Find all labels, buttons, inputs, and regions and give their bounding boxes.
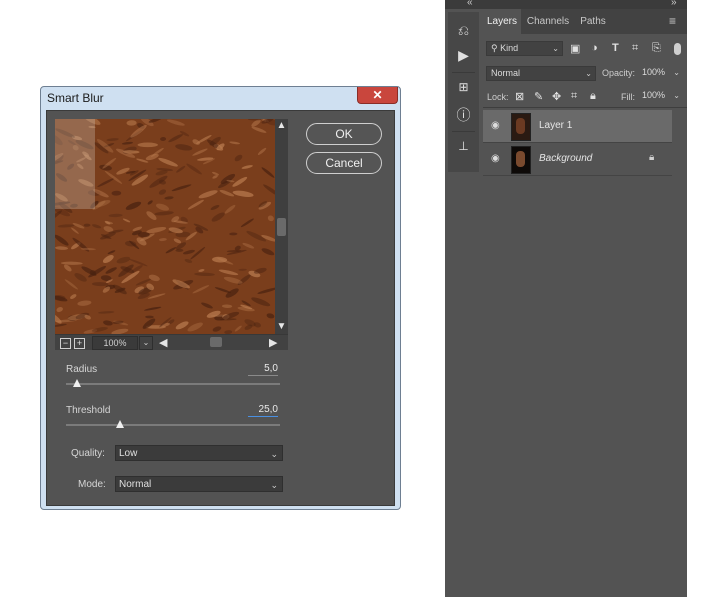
threshold-slider-track[interactable] <box>66 424 280 426</box>
panel-icon-strip: ⎌ ▶ ⊞ ⓘ ⊥ <box>448 12 479 172</box>
smart-object-filter-icon[interactable]: ⎘ <box>652 42 661 55</box>
chevron-down-icon: ⌄ <box>270 480 278 490</box>
tab-channels[interactable]: Channels <box>523 9 573 34</box>
chevron-down-icon: ⌄ <box>270 449 278 459</box>
divider <box>452 72 475 73</box>
clone-source-icon[interactable]: ⊥ <box>448 139 479 153</box>
cancel-button[interactable]: Cancel <box>306 152 382 174</box>
preview-vertical-scrollbar[interactable]: ▲ ▼ <box>275 119 288 334</box>
threshold-label: Threshold <box>66 405 111 416</box>
scroll-down-icon[interactable]: ▼ <box>275 322 288 332</box>
lock-position-icon[interactable]: ✥ <box>552 90 561 103</box>
chevron-down-icon: ⌄ <box>673 91 680 100</box>
fill-label: Fill: <box>621 92 635 102</box>
blend-mode-select[interactable]: Normal ⌄ <box>486 66 596 81</box>
chevron-down-icon: ⌄ <box>552 44 559 53</box>
eye-icon[interactable]: ◉ <box>491 120 500 131</box>
quality-value: Low <box>119 448 138 459</box>
dialog-body: ▲ ▼ − + 100% ⌄ ◀ ▶ OK Cancel Radius 5,0 … <box>46 110 395 506</box>
radius-slider-thumb[interactable] <box>72 379 81 387</box>
chevron-down-icon: ⌄ <box>673 68 680 77</box>
preview-toolbar: − + 100% ⌄ ◀ ▶ <box>55 334 288 350</box>
collapse-left-icon[interactable]: « <box>467 0 473 8</box>
preview-texture <box>55 119 275 334</box>
shape-filter-icon[interactable]: ⌗ <box>632 42 638 55</box>
layer-thumbnail <box>511 146 531 174</box>
lock-brush-icon[interactable]: ✎ <box>534 90 543 103</box>
collapse-right-icon[interactable]: » <box>671 0 677 8</box>
scroll-right-icon[interactable]: ▶ <box>269 336 277 349</box>
layer-row[interactable]: ◉ Background 🔒︎ <box>483 143 672 175</box>
layer-filter-kind[interactable]: ⚲ Kind ⌄ <box>486 41 563 56</box>
close-button[interactable]: ✕ <box>357 87 398 104</box>
scroll-left-icon[interactable]: ◀ <box>159 336 167 349</box>
radius-slider-track[interactable] <box>66 383 280 385</box>
layer-name[interactable]: Layer 1 <box>539 120 572 131</box>
threshold-slider-thumb[interactable] <box>115 420 124 428</box>
threshold-input[interactable]: 25,0 <box>248 404 278 417</box>
layer-name[interactable]: Background <box>539 153 592 164</box>
tab-layers[interactable]: Layers <box>483 9 521 34</box>
navigator-icon[interactable]: ⊞ <box>448 80 479 94</box>
blend-mode-value: Normal <box>491 68 521 78</box>
quality-select[interactable]: Low ⌄ <box>115 445 283 461</box>
eye-icon[interactable]: ◉ <box>491 153 500 164</box>
ok-button[interactable]: OK <box>306 123 382 145</box>
horizontal-scroll-thumb[interactable] <box>210 337 222 347</box>
mode-label: Mode: <box>78 479 106 490</box>
radius-input[interactable]: 5,0 <box>248 363 278 376</box>
layer-row[interactable]: ◉ Layer 1 <box>483 110 672 142</box>
history-icon[interactable]: ⎌ <box>448 22 479 39</box>
lock-icon: 🔒︎ <box>649 152 655 163</box>
filter-kind-value: Kind <box>500 43 519 53</box>
opacity-label: Opacity: <box>602 68 636 78</box>
pixel-filter-icon[interactable]: ▣ <box>570 42 580 55</box>
lock-artboard-icon[interactable]: ⌗ <box>571 90 577 103</box>
vertical-scroll-thumb[interactable] <box>277 218 286 236</box>
lock-label: Lock: <box>487 92 509 102</box>
opacity-input[interactable]: 100% ⌄ <box>638 66 683 81</box>
mode-value: Normal <box>119 479 152 490</box>
type-filter-icon[interactable]: T <box>612 42 619 54</box>
panel-tab-bar: Layers Channels Paths ≡ <box>483 9 687 34</box>
lock-transparent-icon[interactable]: ⊠ <box>515 90 524 103</box>
chevron-down-icon: ⌄ <box>585 69 592 78</box>
chevron-down-icon[interactable]: ⌄ <box>139 336 153 350</box>
filter-preview[interactable] <box>55 119 275 334</box>
zoom-level[interactable]: 100% <box>92 336 138 350</box>
play-icon[interactable]: ▶ <box>448 47 479 64</box>
search-icon: ⚲ <box>491 43 501 53</box>
lock-all-icon[interactable]: 🔒︎ <box>590 90 596 103</box>
divider <box>483 107 687 108</box>
fill-value: 100% <box>642 90 666 100</box>
adjustment-filter-icon[interactable]: ◑ <box>591 42 598 54</box>
info-icon[interactable]: ⓘ <box>448 105 479 125</box>
mode-select[interactable]: Normal ⌄ <box>115 476 283 492</box>
divider <box>483 175 672 176</box>
quality-label: Quality: <box>71 448 105 459</box>
dialog-title: Smart Blur <box>47 91 104 105</box>
dock-top-bar: « » <box>445 0 687 9</box>
zoom-in-button[interactable]: + <box>74 338 85 349</box>
radius-label: Radius <box>66 364 98 375</box>
filter-toggle-icon[interactable] <box>674 43 681 55</box>
fill-input[interactable]: 100% ⌄ <box>638 89 683 104</box>
opacity-value: 100% <box>642 67 666 77</box>
layer-thumbnail <box>511 113 531 141</box>
photoshop-panel-dock: « » ⎌ ▶ ⊞ ⓘ ⊥ Layers Channels Paths ≡ ⚲ … <box>445 0 687 597</box>
tab-paths[interactable]: Paths <box>575 9 611 34</box>
scroll-up-icon[interactable]: ▲ <box>275 121 288 131</box>
smart-blur-dialog: Smart Blur ✕ ▲ ▼ − + 100% ⌄ ◀ ▶ OK Cance… <box>40 86 401 510</box>
zoom-out-button[interactable]: − <box>60 338 71 349</box>
panel-menu-icon[interactable]: ≡ <box>669 14 676 28</box>
divider <box>452 131 475 132</box>
